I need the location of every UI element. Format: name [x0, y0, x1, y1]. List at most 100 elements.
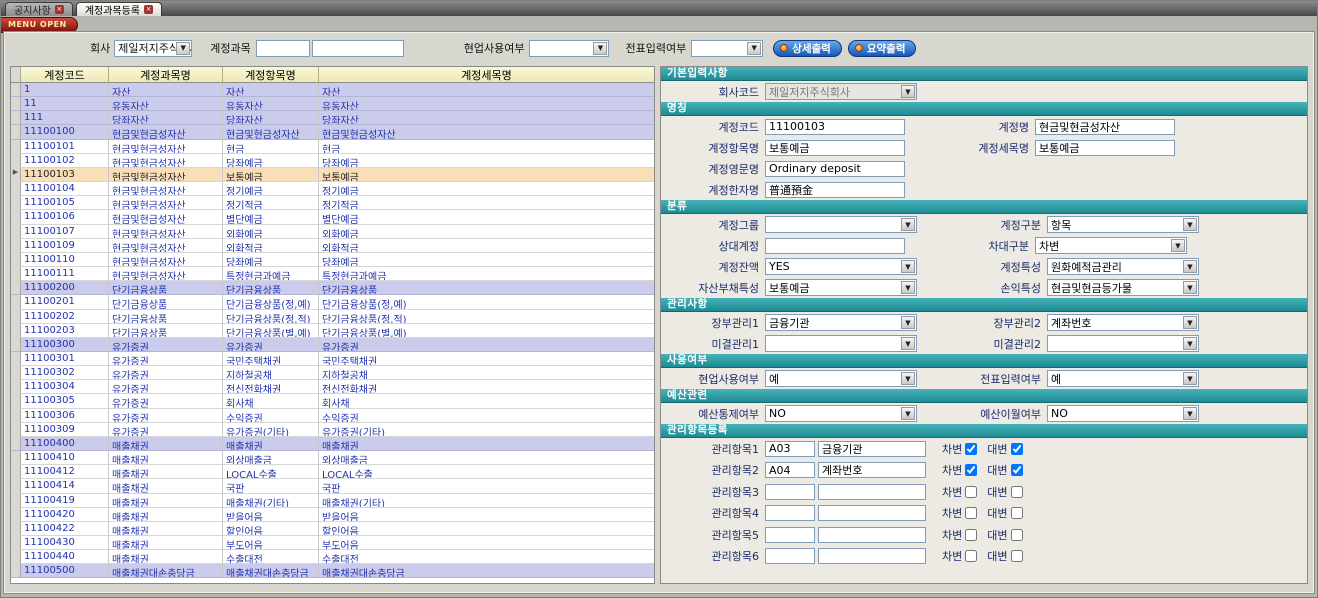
grid-row[interactable]: 11100105현금및현금성자산정기적금정기적금	[11, 196, 654, 210]
grid-row[interactable]: 11100309유가증권유가증권(기타)유가증권(기타)	[11, 423, 654, 437]
grid-header-name[interactable]: 계정과목명	[109, 67, 223, 83]
row-indicator	[11, 154, 21, 168]
field-input[interactable]	[765, 140, 905, 156]
grid-row[interactable]: ▶11100103현금및현금성자산보통예금보통예금	[11, 168, 654, 182]
field-select[interactable]: 예▼	[1047, 370, 1199, 387]
debit-checkbox[interactable]	[965, 507, 977, 519]
field-input[interactable]	[1035, 119, 1175, 135]
grid-header-code[interactable]: 계정코드	[21, 67, 109, 83]
slip-entry-select[interactable]: ▼	[691, 40, 763, 57]
grid-row[interactable]: 11100102현금및현금성자산당좌예금당좌예금	[11, 154, 654, 168]
grid-row[interactable]: 11100400매출채권매출채권매출채권	[11, 437, 654, 451]
account-code-input[interactable]	[256, 40, 310, 57]
grid-row[interactable]: 11100110현금및현금성자산당좌예금당좌예금	[11, 253, 654, 267]
grid-row[interactable]: 11100109현금및현금성자산외화적금외화적금	[11, 239, 654, 253]
debit-checkbox[interactable]	[965, 443, 977, 455]
debit-checkbox[interactable]	[965, 529, 977, 541]
grid-row[interactable]: 111당좌자산당좌자산당좌자산	[11, 111, 654, 125]
field-select[interactable]: 계좌번호▼	[1047, 314, 1199, 331]
grid-row[interactable]: 11100202단기금융상품단기금융상품(정,적)단기금융상품(정,적)	[11, 310, 654, 324]
field-select[interactable]: NO▼	[1047, 405, 1199, 422]
cell-item: 유가증권(기타)	[223, 423, 319, 437]
grid-row[interactable]: 1자산자산자산	[11, 83, 654, 97]
grid-row[interactable]: 11100106현금및현금성자산별단예금별단예금	[11, 210, 654, 224]
mgmt-name-input[interactable]	[818, 484, 926, 500]
tab-close-icon[interactable]: ×	[144, 5, 153, 14]
mgmt-name-input[interactable]	[818, 527, 926, 543]
field-select[interactable]: 예▼	[765, 370, 917, 387]
grid-row[interactable]: 11100414매출채권국판국판	[11, 479, 654, 493]
mgmt-name-input[interactable]	[818, 462, 926, 478]
mgmt-code-input[interactable]	[765, 484, 815, 500]
grid-row[interactable]: 11100304유가증권전신전화채권전신전화채권	[11, 380, 654, 394]
mgmt-name-input[interactable]	[818, 548, 926, 564]
credit-checkbox[interactable]	[1011, 486, 1023, 498]
grid-row[interactable]: 11유동자산유동자산유동자산	[11, 97, 654, 111]
field-input[interactable]	[765, 119, 905, 135]
field-select[interactable]: 금융기관▼	[765, 314, 917, 331]
tab-notice[interactable]: 공지사항 ×	[5, 2, 73, 16]
field-select[interactable]: 보통예금▼	[765, 279, 917, 296]
field-select[interactable]: 원화예적금관리▼	[1047, 258, 1199, 275]
active-use-select[interactable]: ▼	[529, 40, 609, 57]
grid-row[interactable]: 11100410매출채권외상매출금외상매출금	[11, 451, 654, 465]
mgmt-code-input[interactable]	[765, 548, 815, 564]
field-select[interactable]: 항목▼	[1047, 216, 1199, 233]
credit-checkbox[interactable]	[1011, 507, 1023, 519]
grid-row[interactable]: 11100422매출채권할인어음할인어음	[11, 522, 654, 536]
grid-row[interactable]: 11100412매출채권LOCAL수출LOCAL수출	[11, 465, 654, 479]
grid-row[interactable]: 11100301유가증권국민주택채권국민주택채권	[11, 352, 654, 366]
debit-checkbox[interactable]	[965, 550, 977, 562]
field-select[interactable]: ▼	[765, 216, 917, 233]
grid-row[interactable]: 11100101현금및현금성자산현금현금	[11, 140, 654, 154]
grid-row[interactable]: 11100430매출채권부도어음부도어음	[11, 536, 654, 550]
debit-checkbox[interactable]	[965, 464, 977, 476]
field-select[interactable]: 차변▼	[1035, 237, 1187, 254]
debit-checkbox[interactable]	[965, 486, 977, 498]
mgmt-code-input[interactable]	[765, 527, 815, 543]
detail-print-button[interactable]: 상세출력	[773, 40, 842, 57]
mgmt-code-input[interactable]	[765, 441, 815, 457]
grid-row[interactable]: 11100302유가증권지하철공채지하철공채	[11, 366, 654, 380]
field-select[interactable]: ▼	[765, 335, 917, 352]
field-select[interactable]: 현금및현금등가물▼	[1047, 279, 1199, 296]
cell-item: 외화적금	[223, 239, 319, 253]
field-select[interactable]: ▼	[1047, 335, 1199, 352]
field-input[interactable]	[1035, 140, 1175, 156]
grid-header-item[interactable]: 계정항목명	[223, 67, 319, 83]
grid-row[interactable]: 11100420매출채권받을어음받을어음	[11, 508, 654, 522]
credit-checkbox[interactable]	[1011, 550, 1023, 562]
account-name-input[interactable]	[312, 40, 404, 57]
mgmt-code-input[interactable]	[765, 462, 815, 478]
grid-row[interactable]: 11100201단기금융상품단기금융상품(정,예)단기금융상품(정,예)	[11, 295, 654, 309]
grid-row[interactable]: 11100107현금및현금성자산외화예금외화예금	[11, 225, 654, 239]
company-select[interactable]: 제일저지주식회사 ▼	[114, 40, 192, 57]
field-input[interactable]	[765, 182, 905, 198]
tab-close-icon[interactable]: ×	[55, 5, 64, 14]
grid-row[interactable]: 11100419매출채권매출채권(기타)매출채권(기타)	[11, 494, 654, 508]
grid-row[interactable]: 11100104현금및현금성자산정기예금정기예금	[11, 182, 654, 196]
grid-row[interactable]: 11100203단기금융상품단기금융상품(별,예)단기금융상품(별,예)	[11, 324, 654, 338]
grid-row[interactable]: 11100440매출채권수출대전수출대전	[11, 550, 654, 564]
grid-row[interactable]: 11100200단기금융상품단기금융상품단기금융상품	[11, 281, 654, 295]
summary-print-button[interactable]: 요약출력	[848, 40, 917, 57]
grid-header-detail[interactable]: 계정세목명	[319, 67, 654, 83]
mgmt-name-input[interactable]	[818, 441, 926, 457]
tab-account-registration[interactable]: 계정과목등록 ×	[76, 2, 162, 16]
grid-row[interactable]: 11100306유가증권수익증권수익증권	[11, 409, 654, 423]
grid-row[interactable]: 11100500매출채권대손충당금매출채권대손충당금매출채권대손충당금	[11, 564, 654, 578]
grid-row[interactable]: 11100305유가증권회사채회사채	[11, 394, 654, 408]
grid-row[interactable]: 11100300유가증권유가증권유가증권	[11, 338, 654, 352]
grid-row[interactable]: 11100111현금및현금성자산특정현금과예금특정현금과예금	[11, 267, 654, 281]
credit-checkbox[interactable]	[1011, 529, 1023, 541]
credit-checkbox[interactable]	[1011, 443, 1023, 455]
field-select[interactable]: YES▼	[765, 258, 917, 275]
field-select[interactable]: NO▼	[765, 405, 917, 422]
field-input[interactable]	[765, 161, 905, 177]
credit-checkbox[interactable]	[1011, 464, 1023, 476]
field-input[interactable]	[765, 238, 905, 254]
mgmt-name-input[interactable]	[818, 505, 926, 521]
mgmt-code-input[interactable]	[765, 505, 815, 521]
grid-header-row: 계정코드 계정과목명 계정항목명 계정세목명	[11, 67, 654, 83]
grid-row[interactable]: 11100100현금및현금성자산현금및현금성자산현금및현금성자산	[11, 125, 654, 139]
